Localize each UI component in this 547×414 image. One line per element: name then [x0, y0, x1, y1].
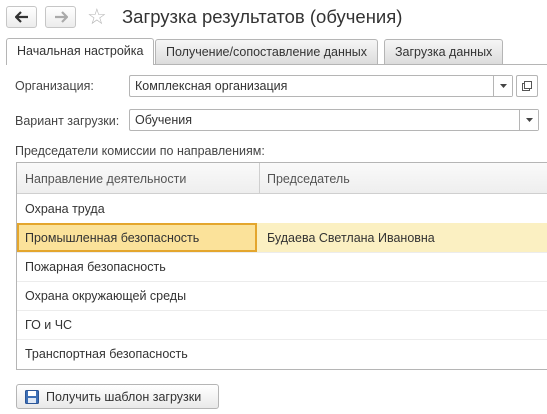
load-variant-dropdown-button[interactable] — [519, 110, 538, 130]
direction-cell[interactable]: Охрана окружающей среды — [17, 281, 257, 310]
chairman-cell[interactable] — [267, 310, 547, 339]
tab-label: Начальная настройка — [17, 44, 144, 58]
organization-dropdown-button[interactable] — [493, 76, 512, 96]
organization-field[interactable]: Комплексная организация — [129, 75, 513, 97]
page-title: Загрузка результатов (обучения) — [122, 6, 403, 27]
favorite-star-icon[interactable]: ☆ — [87, 4, 107, 30]
direction-cell[interactable]: Охрана труда — [17, 194, 257, 223]
load-variant-label: Вариант загрузки: — [15, 114, 120, 128]
chairmen-section-label: Председатели комиссии по направлениям: — [15, 144, 265, 158]
arrow-right-icon — [54, 11, 68, 23]
table-header: Направление деятельности Председатель — [17, 163, 547, 194]
back-button[interactable] — [6, 6, 37, 28]
load-variant-value: Обучения — [135, 113, 192, 127]
chairmen-table: Направление деятельности Председатель Ох… — [16, 162, 547, 370]
chairman-cell[interactable] — [267, 194, 547, 223]
column-separator — [259, 163, 260, 193]
table-row[interactable]: ГО и ЧС — [17, 310, 547, 340]
get-template-button[interactable]: Получить шаблон загрузки — [16, 384, 219, 409]
table-row[interactable]: Пожарная безопасность — [17, 252, 547, 282]
table-row[interactable]: Охрана окружающей среды — [17, 281, 547, 311]
organization-value: Комплексная организация — [135, 79, 288, 93]
chevron-down-icon — [525, 118, 533, 122]
table-row-selected[interactable]: Промышленная безопасность Будаева Светла… — [17, 223, 547, 253]
column-header-direction[interactable]: Направление деятельности — [25, 163, 186, 193]
load-variant-field[interactable]: Обучения — [129, 109, 539, 131]
tab-label: Получение/сопоставление данных — [166, 45, 368, 59]
tab-label: Загрузка данных — [395, 45, 493, 59]
chairman-cell[interactable]: Будаева Светлана Ивановна — [267, 223, 547, 252]
direction-cell[interactable]: ГО и ЧС — [17, 310, 257, 339]
chairman-cell[interactable] — [267, 281, 547, 310]
chairman-cell[interactable] — [267, 252, 547, 281]
organization-label: Организация: — [15, 79, 94, 93]
chevron-down-icon — [499, 84, 507, 88]
get-template-label: Получить шаблон загрузки — [46, 389, 202, 404]
tab-data-matching[interactable]: Получение/сопоставление данных — [155, 39, 379, 64]
direction-cell[interactable]: Транспортная безопасность — [17, 339, 257, 368]
direction-cell[interactable]: Пожарная безопасность — [17, 252, 257, 281]
open-organization-button[interactable] — [516, 75, 538, 97]
direction-cell[interactable]: Промышленная безопасность — [17, 223, 257, 252]
column-header-chairman[interactable]: Председатель — [267, 163, 350, 193]
forward-button[interactable] — [45, 6, 76, 28]
tab-initial-setup[interactable]: Начальная настройка — [6, 38, 155, 65]
arrow-left-icon — [14, 11, 28, 23]
save-disk-icon — [25, 389, 39, 404]
table-row[interactable]: Транспортная безопасность — [17, 339, 547, 368]
table-row[interactable]: Охрана труда — [17, 194, 547, 224]
open-window-icon — [522, 81, 532, 91]
tab-data-loading[interactable]: Загрузка данных — [384, 39, 504, 64]
chairman-cell[interactable] — [267, 339, 547, 368]
